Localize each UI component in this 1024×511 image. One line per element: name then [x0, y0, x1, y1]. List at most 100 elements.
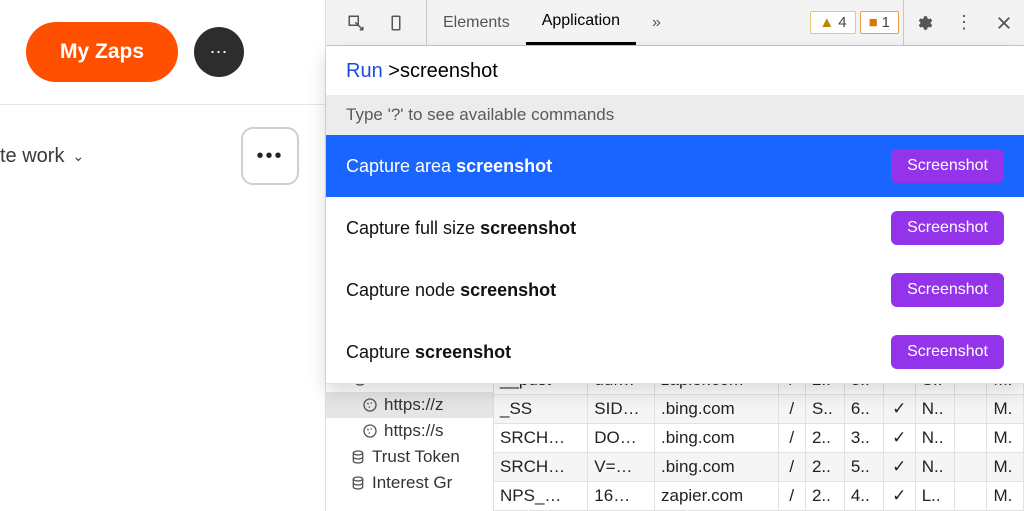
cell: .bing.com	[655, 395, 779, 424]
command-item-text: Capture node screenshot	[346, 280, 556, 301]
table-row[interactable]: _SSSID….bing.com/S..6..✓N.. M.	[494, 395, 1024, 424]
cell: N..	[915, 424, 955, 453]
cell	[955, 424, 987, 453]
cell: 3..	[844, 424, 883, 453]
cell: 5..	[844, 453, 883, 482]
cell: SID…	[588, 395, 655, 424]
workspace-dropdown-label: te work	[0, 145, 64, 168]
left-subheader: te work ⌄ •••	[0, 105, 325, 207]
command-hint: Type '?' to see available commands	[326, 95, 1024, 135]
command-item[interactable]: Capture full size screenshot Screenshot	[326, 197, 1024, 259]
table-row[interactable]: NPS_…16…zapier.com/2..4..✓L..M.	[494, 482, 1024, 511]
cell: .bing.com	[655, 424, 779, 453]
errors-badge[interactable]: ■ 1	[860, 11, 899, 34]
cookie-icon	[362, 397, 378, 413]
command-query: >screenshot	[388, 60, 498, 82]
tree-item-label: https://z	[384, 395, 444, 415]
warnings-badge[interactable]: ▲ 4	[810, 11, 855, 34]
cookies-grid: __pdstddf…zapier.com/2..3..S..M._SSSID….…	[494, 366, 1024, 511]
error-square-icon: ■	[869, 14, 878, 31]
cell: N..	[915, 395, 955, 424]
screenshot-badge[interactable]: Screenshot	[891, 211, 1004, 245]
warning-triangle-icon: ▲	[819, 14, 834, 31]
cell: ✓	[883, 453, 915, 482]
command-item-text: Capture screenshot	[346, 342, 511, 363]
settings-icon[interactable]	[904, 0, 944, 45]
kebab-menu-icon[interactable]: ⋮	[944, 0, 984, 45]
cell: /	[778, 482, 805, 511]
cell: V=…	[588, 453, 655, 482]
cell: /	[778, 395, 805, 424]
cell: 4..	[844, 482, 883, 511]
cell: L..	[915, 482, 955, 511]
table-row[interactable]: SRCH…V=….bing.com/2..5..✓N.. M.	[494, 453, 1024, 482]
cell: NPS_…	[494, 482, 588, 511]
cell: N..	[915, 453, 955, 482]
cell: DO…	[588, 424, 655, 453]
command-item[interactable]: Capture node screenshot Screenshot	[326, 259, 1024, 321]
tab-elements[interactable]: Elements	[427, 0, 526, 45]
cell: ✓	[883, 482, 915, 511]
cell: zapier.com	[655, 482, 779, 511]
cell: /	[778, 424, 805, 453]
cell: M.	[987, 453, 1024, 482]
inspect-icon[interactable]	[336, 0, 376, 45]
devtools-toolbar: Elements Application » ▲ 4 ■ 1 ⋮	[326, 0, 1024, 46]
cell: ✓	[883, 424, 915, 453]
screenshot-badge[interactable]: Screenshot	[891, 273, 1004, 307]
tree-item[interactable]: Interest Gr	[326, 470, 493, 496]
tree-item-label: Interest Gr	[372, 473, 452, 493]
cell: S..	[805, 395, 844, 424]
errors-count: 1	[882, 14, 890, 31]
command-item-text: Capture full size screenshot	[346, 218, 576, 239]
cell: ✓	[883, 395, 915, 424]
cell: .bing.com	[655, 453, 779, 482]
command-item[interactable]: Capture area screenshot Screenshot	[326, 135, 1024, 197]
screenshot-badge[interactable]: Screenshot	[891, 149, 1004, 183]
command-list: Capture area screenshotScreenshotCapture…	[326, 135, 1024, 383]
close-icon[interactable]	[984, 0, 1024, 45]
command-item[interactable]: Capture screenshot Screenshot	[326, 321, 1024, 383]
cell: _SS	[494, 395, 588, 424]
storage-tree: ▼ Cookies https://zhttps://sTrust TokenI…	[326, 366, 494, 511]
chevron-down-icon: ⌄	[72, 148, 84, 165]
command-menu: Run >screenshot Type '?' to see availabl…	[326, 46, 1024, 384]
database-icon	[350, 475, 366, 491]
device-toggle-icon[interactable]	[376, 0, 416, 45]
devtools-pane: Elements Application » ▲ 4 ■ 1 ⋮ Run >sc…	[326, 0, 1024, 511]
tree-item[interactable]: Trust Token	[326, 444, 493, 470]
tab-more[interactable]: »	[636, 0, 677, 45]
cell: SRCH…	[494, 453, 588, 482]
left-header: My Zaps ⋯	[0, 0, 325, 105]
cell: SRCH…	[494, 424, 588, 453]
command-run-label: Run	[346, 60, 383, 82]
cell: 2..	[805, 482, 844, 511]
screenshot-badge[interactable]: Screenshot	[891, 335, 1004, 369]
cell: M.	[987, 395, 1024, 424]
cell: 2..	[805, 453, 844, 482]
tree-item[interactable]: https://z	[326, 392, 493, 418]
cell: 2..	[805, 424, 844, 453]
cell: 6..	[844, 395, 883, 424]
tree-item-label: Trust Token	[372, 447, 460, 467]
warnings-count: 4	[838, 14, 846, 31]
dark-more-button[interactable]: ⋯	[194, 27, 244, 77]
workspace-dropdown[interactable]: te work ⌄	[0, 145, 84, 168]
tree-item-label: https://s	[384, 421, 444, 441]
tree-item[interactable]: https://s	[326, 418, 493, 444]
cell	[955, 482, 987, 511]
command-input-row[interactable]: Run >screenshot	[326, 46, 1024, 95]
database-icon	[350, 449, 366, 465]
tab-application[interactable]: Application	[526, 0, 636, 45]
cell: M.	[987, 482, 1024, 511]
cookie-icon	[362, 423, 378, 439]
left-pane: My Zaps ⋯ te work ⌄ •••	[0, 0, 326, 511]
cell: /	[778, 453, 805, 482]
table-row[interactable]: SRCH…DO….bing.com/2..3..✓N.. M.	[494, 424, 1024, 453]
cell	[955, 395, 987, 424]
storage-background: ▼ Cookies https://zhttps://sTrust TokenI…	[326, 366, 1024, 511]
command-item-text: Capture area screenshot	[346, 156, 552, 177]
cell: M.	[987, 424, 1024, 453]
my-zaps-button[interactable]: My Zaps	[26, 22, 178, 82]
more-actions-button[interactable]: •••	[241, 127, 299, 185]
